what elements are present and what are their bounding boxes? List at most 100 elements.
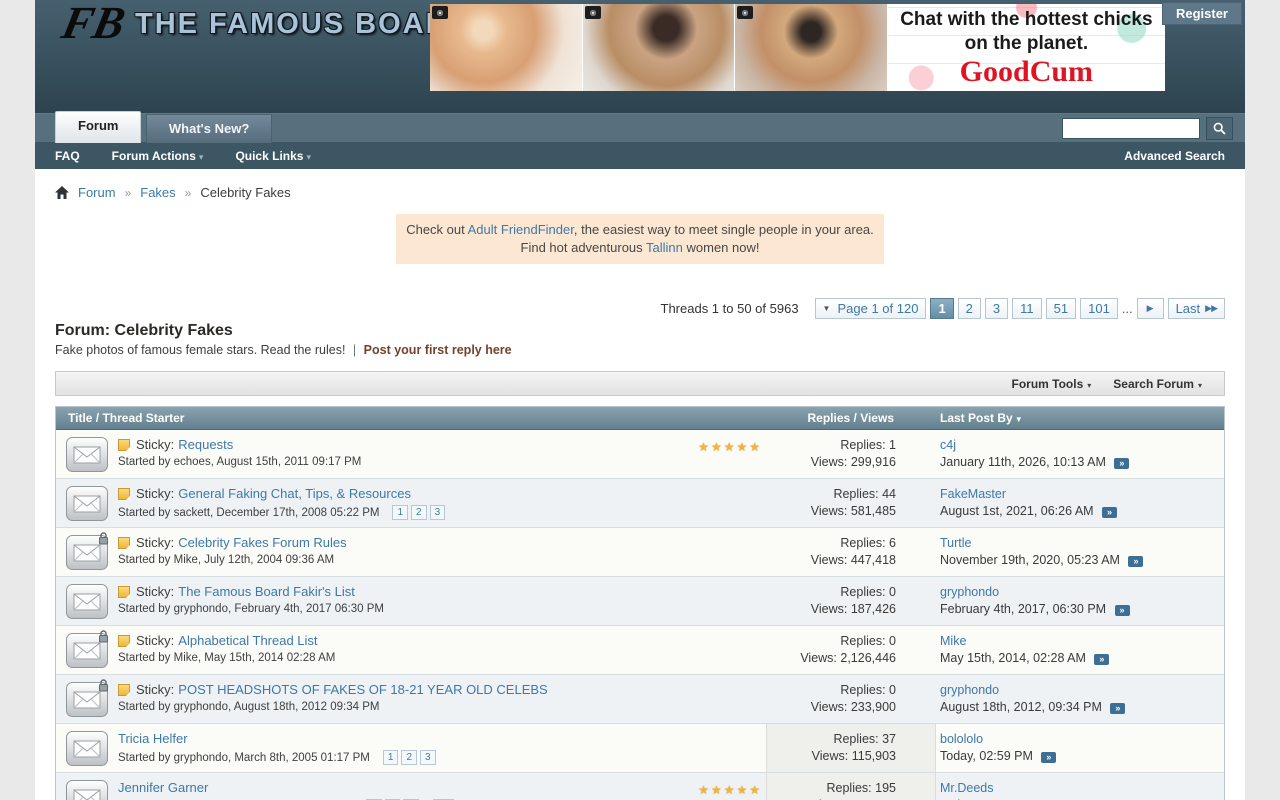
thread-last-post: FakeMaster August 1st, 2021, 06:26 AM » (936, 479, 1224, 527)
thread-replies-views: Replies: 0 Views: 187,426 (766, 577, 936, 625)
lock-icon (97, 629, 110, 648)
thread-last-post: gryphondo February 4th, 2017, 06:30 PM » (936, 577, 1224, 625)
quick-links-menu[interactable]: Quick Links▾ (235, 149, 311, 163)
last-page-button[interactable]: Last ▶▶ (1168, 298, 1225, 319)
tallinn-link[interactable]: Tallinn (646, 240, 683, 255)
page-button-2[interactable]: 2 (958, 298, 981, 319)
search-button[interactable] (1206, 117, 1233, 140)
ad-photo-1[interactable] (430, 4, 583, 91)
mini-page-button-3[interactable]: 3 (420, 750, 436, 765)
goto-last-post-icon[interactable]: » (1114, 458, 1129, 469)
adult-friendfinder-link[interactable]: Adult FriendFinder (468, 222, 574, 237)
goto-last-post-icon[interactable]: » (1041, 752, 1056, 763)
sort-lastpost-header[interactable]: Last Post By▼ (936, 411, 1224, 425)
sort-replies-header[interactable]: Replies / Views (671, 411, 936, 425)
ad-photo-2[interactable] (583, 4, 736, 91)
page-button-11[interactable]: 11 (1012, 298, 1042, 319)
star-icon: ★ (698, 783, 711, 797)
last-post-user-link[interactable]: Turtle (940, 536, 972, 550)
thread-row[interactable]: Sticky: POST HEADSHOTS OF FAKES OF 18-21… (56, 674, 1224, 723)
goto-last-post-icon[interactable]: » (1110, 703, 1125, 714)
thread-title-link[interactable]: Jennifer Garner (118, 780, 208, 795)
sticky-note-icon (118, 537, 130, 549)
views-count: Views: 115,903 (812, 748, 896, 765)
goto-last-post-icon[interactable]: » (1128, 556, 1143, 567)
ad-banner[interactable]: Chat with the hottest chicks on the plan… (430, 4, 1165, 91)
goto-last-post-icon[interactable]: » (1102, 507, 1117, 518)
last-post-user-link[interactable]: gryphondo (940, 683, 999, 697)
home-icon[interactable] (55, 186, 69, 199)
star-icon: ★ (711, 783, 724, 797)
views-count: Views: 187,426 (811, 601, 896, 618)
tab-whats-new[interactable]: What's New? (146, 114, 272, 143)
ad-brand[interactable]: GoodCum (960, 56, 1093, 88)
thread-title-link[interactable]: The Famous Board Fakir's List (178, 584, 355, 599)
breadcrumb: Forum » Fakes » Celebrity Fakes (55, 169, 1225, 206)
last-post-user-link[interactable]: FakeMaster (940, 487, 1006, 501)
page-button-51[interactable]: 51 (1046, 298, 1076, 319)
ad-text-panel[interactable]: Chat with the hottest chicks on the plan… (888, 4, 1165, 91)
envelope-icon (66, 486, 108, 521)
site-title: THE FAMOUS BOARD (135, 8, 472, 41)
mini-page-button-2[interactable]: 2 (411, 505, 427, 520)
forum-tools-menu[interactable]: Forum Tools▾ (1011, 377, 1091, 391)
last-post-user-link[interactable]: Mike (940, 634, 966, 648)
thread-title-link[interactable]: POST HEADSHOTS OF FAKES OF 18-21 YEAR OL… (178, 682, 547, 697)
thread-title-link[interactable]: Requests (178, 437, 233, 452)
last-post-date: November 19th, 2020, 05:23 AM (940, 553, 1123, 567)
register-button[interactable]: Register (1162, 2, 1242, 25)
faq-link[interactable]: FAQ (55, 149, 80, 163)
thread-status-cell (56, 528, 118, 576)
tab-forum[interactable]: Forum (55, 111, 141, 143)
magnifier-icon (1213, 122, 1226, 135)
mini-page-button-1[interactable]: 1 (392, 505, 408, 520)
mini-page-button-1[interactable]: 1 (383, 750, 399, 765)
chevron-down-icon: ▼ (823, 304, 831, 313)
thread-row[interactable]: Sticky: Tricia Helfer Started by gryphon… (56, 723, 1224, 772)
goto-last-post-icon[interactable]: » (1115, 605, 1130, 616)
views-count: Views: 2,126,446 (800, 650, 896, 667)
thread-row[interactable]: Sticky: Jennifer Garner Started by vman,… (56, 772, 1224, 800)
last-post-date: February 4th, 2017, 06:30 PM (940, 602, 1110, 616)
mini-page-button-3[interactable]: 3 (430, 505, 446, 520)
thread-row[interactable]: Sticky: General Faking Chat, Tips, & Res… (56, 478, 1224, 527)
forum-actions-menu[interactable]: Forum Actions▾ (112, 149, 204, 163)
forum-description: Fake photos of famous female stars. Read… (55, 343, 345, 357)
post-first-reply-link[interactable]: Post your first reply here (364, 343, 512, 357)
thread-title-link[interactable]: General Faking Chat, Tips, & Resources (178, 486, 411, 501)
sort-title-header[interactable]: Title / Thread Starter (56, 411, 671, 425)
thread-last-post: gryphondo August 18th, 2012, 09:34 PM » (936, 675, 1224, 723)
last-post-user-link[interactable]: c4j (940, 438, 956, 452)
page-select-dropdown[interactable]: ▼ Page 1 of 120 (815, 298, 927, 319)
breadcrumb-fakes[interactable]: Fakes (140, 185, 175, 200)
thread-row[interactable]: Sticky: Alphabetical Thread List Started… (56, 625, 1224, 674)
page-button-3[interactable]: 3 (985, 298, 1008, 319)
thread-title-link[interactable]: Tricia Helfer (118, 731, 188, 746)
page-button-1[interactable]: 1 (930, 298, 953, 319)
main-content: Forum » Fakes » Celebrity Fakes Check ou… (35, 169, 1245, 800)
thread-status-cell (56, 626, 118, 674)
mini-page-button-2[interactable]: 2 (401, 750, 417, 765)
thread-replies-views: Replies: 6 Views: 447,418 (766, 528, 936, 576)
thread-title-link[interactable]: Alphabetical Thread List (178, 633, 317, 648)
last-post-user-link[interactable]: Mr.Deeds (940, 781, 994, 795)
thread-row[interactable]: Sticky: Celebrity Fakes Forum Rules Star… (56, 527, 1224, 576)
notice-text: Find hot adventurous (521, 240, 647, 255)
search-input[interactable] (1062, 118, 1200, 139)
ad-line-1: Chat with the hottest chicks (900, 8, 1152, 32)
last-post-user-link[interactable]: gryphondo (940, 585, 999, 599)
last-post-user-link[interactable]: bolololo (940, 732, 983, 746)
goto-last-post-icon[interactable]: » (1094, 654, 1109, 665)
sort-direction-icon: ▼ (1015, 415, 1023, 424)
search-forum-menu[interactable]: Search Forum▾ (1113, 377, 1202, 391)
breadcrumb-forum[interactable]: Forum (78, 185, 116, 200)
page-button-101[interactable]: 101 (1080, 298, 1118, 319)
thread-status-cell (56, 675, 118, 723)
advanced-search-link[interactable]: Advanced Search (1124, 149, 1225, 163)
thread-row[interactable]: Sticky: Requests Started by echoes, Augu… (56, 430, 1224, 478)
thread-rating (671, 479, 766, 527)
ad-photo-3[interactable] (735, 4, 888, 91)
thread-title-link[interactable]: Celebrity Fakes Forum Rules (178, 535, 346, 550)
thread-row[interactable]: Sticky: The Famous Board Fakir's List St… (56, 576, 1224, 625)
next-page-button[interactable]: ▶ (1137, 298, 1164, 319)
